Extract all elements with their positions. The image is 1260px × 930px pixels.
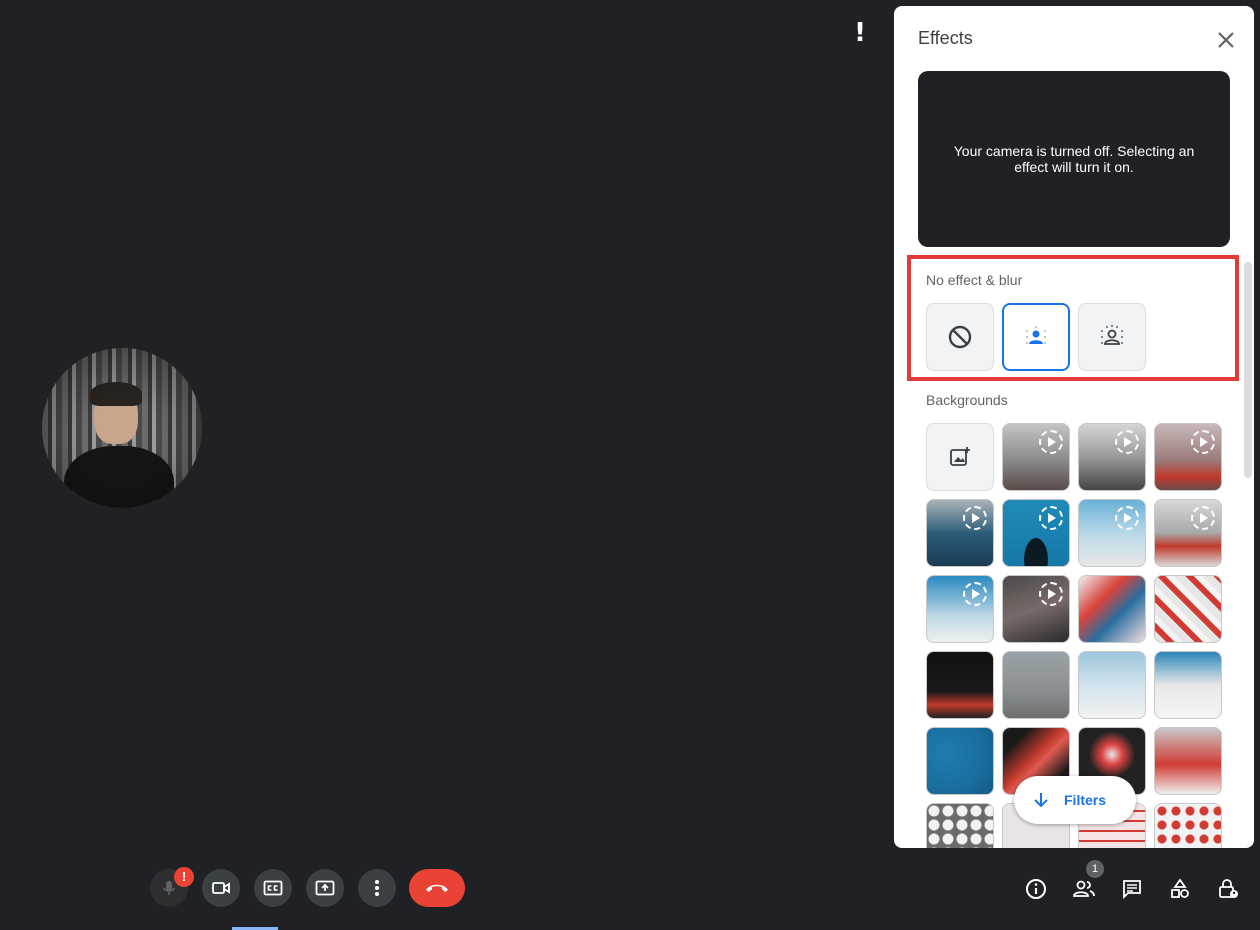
videocam-icon xyxy=(212,882,230,894)
effects-panel: Effects Your camera is turned off. Selec… xyxy=(894,6,1254,848)
background-tile[interactable] xyxy=(1078,499,1146,567)
captions-button[interactable] xyxy=(254,869,292,907)
camera-preview: Your camera is turned off. Selecting an … xyxy=(918,71,1230,247)
background-tile[interactable] xyxy=(1154,651,1222,719)
background-tile[interactable] xyxy=(926,499,994,567)
chat-icon xyxy=(1123,880,1141,900)
meeting-details-button[interactable] xyxy=(1021,874,1051,904)
background-tile[interactable] xyxy=(1154,575,1222,643)
background-tile[interactable] xyxy=(1154,803,1222,848)
add-photo-icon xyxy=(950,447,970,466)
mic-warning-badge: ! xyxy=(174,867,194,887)
meeting-stage: ! Effects Your camera is turned off. Sel… xyxy=(0,0,1260,930)
background-tile[interactable] xyxy=(1002,423,1070,491)
block-icon xyxy=(948,325,972,349)
background-tile[interactable] xyxy=(926,575,994,643)
more-options-button[interactable] xyxy=(358,869,396,907)
background-tile[interactable] xyxy=(1154,499,1222,567)
slight-blur-button[interactable] xyxy=(1002,303,1070,371)
play-icon xyxy=(963,582,987,606)
present-button[interactable] xyxy=(306,869,344,907)
backgrounds-label: Backgrounds xyxy=(926,392,1008,408)
background-tile[interactable] xyxy=(1078,575,1146,643)
play-icon xyxy=(1039,506,1063,530)
people-icon xyxy=(1073,880,1095,897)
background-tile[interactable] xyxy=(926,803,994,848)
background-tile[interactable] xyxy=(1078,423,1146,491)
camera-button[interactable] xyxy=(202,869,240,907)
more-vert-icon xyxy=(375,880,379,896)
panel-title: Effects xyxy=(918,28,973,48)
filters-button[interactable]: Filters xyxy=(1014,776,1136,824)
play-icon xyxy=(1039,430,1063,454)
participants-count-badge: 1 xyxy=(1086,860,1104,878)
close-icon xyxy=(1218,32,1234,48)
call-end-icon xyxy=(426,884,448,892)
play-icon xyxy=(963,506,987,530)
closed-captions-icon xyxy=(263,880,283,896)
background-tile[interactable] xyxy=(1078,651,1146,719)
close-button[interactable] xyxy=(1208,24,1244,56)
camera-off-message: Your camera is turned off. Selecting an … xyxy=(953,143,1195,175)
background-tile[interactable] xyxy=(926,727,994,795)
blur-section-label: No effect & blur xyxy=(926,272,1023,288)
play-icon xyxy=(1039,582,1063,606)
present-screen-icon xyxy=(315,880,335,896)
participant-avatar xyxy=(42,348,202,508)
filters-label: Filters xyxy=(1064,792,1107,808)
person-blur-strong-icon xyxy=(1101,325,1123,345)
play-icon xyxy=(1191,430,1215,454)
no-effect-button[interactable] xyxy=(926,303,994,371)
alert-icon[interactable]: ! xyxy=(852,18,868,48)
chat-button[interactable] xyxy=(1117,874,1147,904)
people-button[interactable] xyxy=(1069,874,1099,904)
person-blur-icon xyxy=(1026,326,1046,344)
info-icon xyxy=(1026,879,1046,899)
background-tile[interactable] xyxy=(926,651,994,719)
lock-person-icon xyxy=(1219,879,1238,898)
play-icon xyxy=(1115,430,1139,454)
arrow-down-icon xyxy=(1034,793,1048,808)
background-tile[interactable] xyxy=(1002,499,1070,567)
background-tile[interactable] xyxy=(1154,423,1222,491)
host-controls-button[interactable] xyxy=(1213,874,1243,904)
background-tile[interactable] xyxy=(1002,651,1070,719)
blur-button[interactable] xyxy=(1078,303,1146,371)
activities-button[interactable] xyxy=(1165,874,1195,904)
background-tile[interactable] xyxy=(1154,727,1222,795)
play-icon xyxy=(1115,506,1139,530)
play-icon xyxy=(1191,506,1215,530)
leave-call-button[interactable] xyxy=(409,869,465,907)
background-tile[interactable] xyxy=(1002,575,1070,643)
upload-background-button[interactable] xyxy=(926,423,994,491)
activities-icon xyxy=(1171,878,1189,898)
panel-scrollbar[interactable] xyxy=(1244,262,1252,478)
